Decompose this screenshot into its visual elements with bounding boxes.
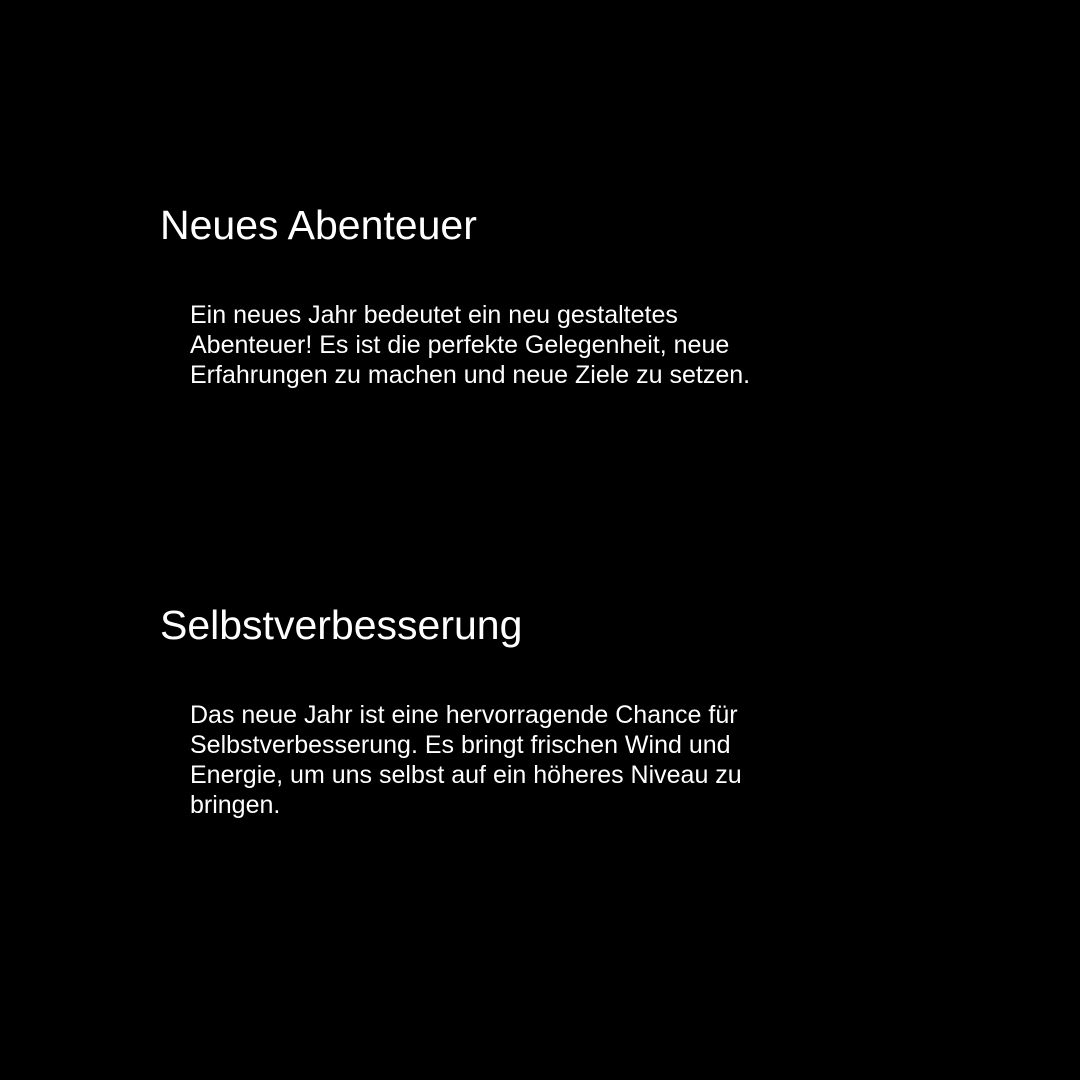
paragraph-line: Ein neues Jahr bedeutet ein neu gestalte… (190, 301, 678, 329)
paragraph-line: Das neue Jahr ist eine hervorragende Cha… (190, 701, 738, 729)
section-heading: Selbstverbesserung (160, 602, 523, 648)
section-selbstverbesserung: Selbstverbesserung Das neue Jahr ist ein… (160, 600, 860, 820)
paragraph-line: Energie, um uns selbst auf ein höheres N… (190, 761, 742, 789)
section-neues-abenteuer: Neues Abenteuer Ein neues Jahr bedeutet … (160, 200, 860, 390)
section-heading: Neues Abenteuer (160, 202, 477, 248)
paragraph-line: Erfahrungen zu machen und neue Ziele zu … (190, 361, 751, 389)
section-paragraph: Das neue Jahr ist eine hervorragende Cha… (190, 700, 830, 820)
paragraph-line: bringen. (190, 791, 281, 819)
paragraph-line: Abenteuer! Es ist die perfekte Gelegenhe… (190, 331, 730, 359)
paragraph-line: Selbstverbesserung. Es bringt frischen W… (190, 731, 731, 759)
section-paragraph: Ein neues Jahr bedeutet ein neu gestalte… (190, 300, 830, 390)
